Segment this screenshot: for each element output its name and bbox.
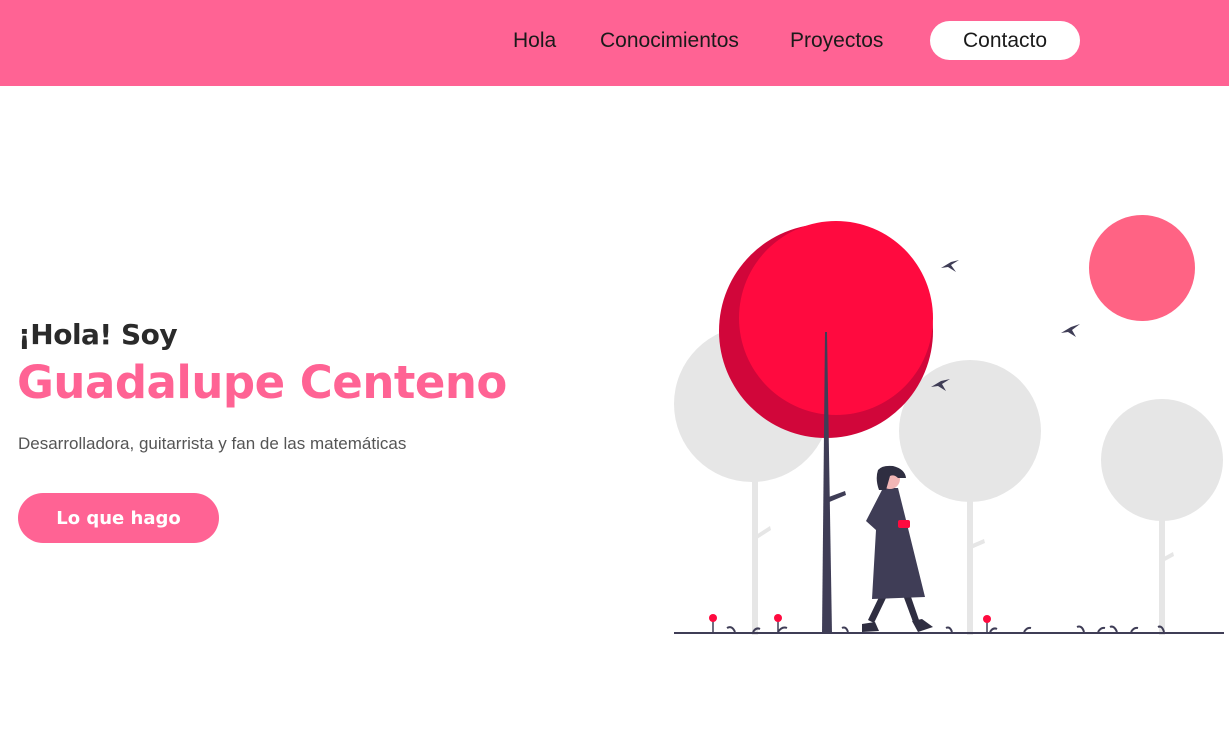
flowers — [709, 614, 991, 633]
contact-button[interactable]: Contacto — [930, 21, 1080, 60]
hero-tagline: Desarrolladora, guitarrista y fan de las… — [18, 434, 407, 453]
hero-greeting: ¡Hola! Soy — [18, 318, 178, 351]
bird-icon — [941, 260, 959, 272]
top-nav-bar: Hola Conocimientos Proyectos Contacto — [0, 0, 1229, 86]
gray-tree-right — [1101, 399, 1223, 635]
walking-woman-figure — [862, 465, 933, 632]
bird-icon — [1061, 324, 1080, 337]
nav-link-conocimientos[interactable]: Conocimientos — [600, 28, 739, 54]
nav-link-proyectos[interactable]: Proyectos — [790, 28, 883, 54]
hero-name: Guadalupe Centeno — [17, 356, 507, 409]
sun-circle — [1089, 215, 1195, 321]
nav-link-hola[interactable]: Hola — [513, 28, 556, 54]
hero-illustration — [674, 215, 1224, 635]
what-i-do-button[interactable]: Lo que hago — [18, 493, 219, 543]
grass-tufts — [726, 625, 1165, 633]
